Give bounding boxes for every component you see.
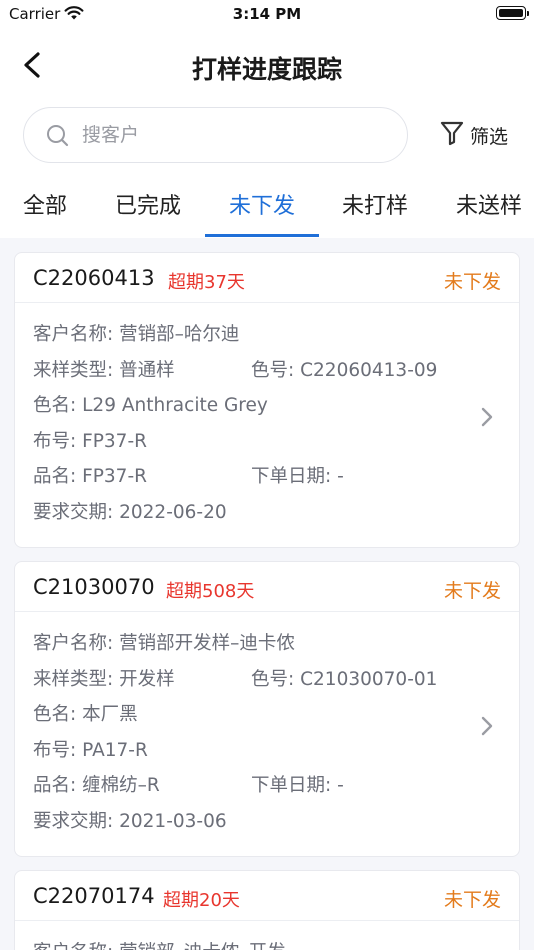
customer-name: 客户名称: 营销部开发样–迪卡侬 bbox=[33, 633, 295, 654]
product-name: 品名: FP37-R bbox=[33, 466, 147, 487]
tab-completed[interactable]: 已完成 bbox=[115, 188, 181, 220]
order-code: C21030070 bbox=[33, 575, 155, 599]
due-date: 要求交期: 2022-06-20 bbox=[33, 502, 227, 523]
search-box[interactable] bbox=[23, 107, 408, 163]
order-date: 下单日期: - bbox=[251, 466, 344, 487]
tab-not-issued[interactable]: 未下发 bbox=[229, 188, 295, 220]
overdue-badge: 超期37天 bbox=[168, 272, 245, 293]
color-name: 色名: L29 Anthracite Grey bbox=[33, 395, 268, 416]
filter-funnel-icon bbox=[440, 120, 464, 150]
card-body: 客户名称: 营销部–哈尔迪 来样类型: 普通样 色号: C22060413-09… bbox=[15, 303, 519, 547]
status-label: 未下发 bbox=[443, 889, 501, 911]
status-label: 未下发 bbox=[443, 271, 501, 293]
overdue-badge: 超期508天 bbox=[166, 581, 255, 602]
search-icon bbox=[46, 124, 70, 152]
page-title: 打样进度跟踪 bbox=[191, 55, 342, 84]
search-row: 筛选 bbox=[0, 102, 534, 170]
tab-not-sent[interactable]: 未送样 bbox=[456, 188, 522, 220]
status-tabs: 全部 已完成 未下发 未打样 未送样 bbox=[0, 170, 534, 238]
due-date: 要求交期: 2021-03-06 bbox=[33, 811, 227, 832]
order-card[interactable]: C22060413 超期37天 未下发 客户名称: 营销部–哈尔迪 来样类型: … bbox=[14, 252, 520, 548]
filter-label: 筛选 bbox=[470, 125, 509, 148]
filter-button[interactable]: 筛选 bbox=[440, 120, 508, 150]
tab-all[interactable]: 全部 bbox=[23, 188, 67, 220]
customer-name: 客户名称: 营销部–迪卡侬–开发 bbox=[33, 938, 286, 950]
customer-name: 客户名称: 营销部–哈尔迪 bbox=[33, 324, 240, 345]
sample-type: 来样类型: 普通样 bbox=[33, 360, 175, 381]
order-code: C22060413 bbox=[33, 266, 155, 290]
chevron-right-icon bbox=[481, 407, 493, 431]
status-bar: Carrier 3:14 PM bbox=[0, 0, 534, 30]
card-body: 客户名称: 营销部–迪卡侬–开发 bbox=[15, 921, 519, 950]
sample-order-list: C22060413 超期37天 未下发 客户名称: 营销部–哈尔迪 来样类型: … bbox=[0, 238, 534, 950]
card-header: C22070174 超期20天 未下发 bbox=[15, 871, 519, 921]
overdue-badge: 超期20天 bbox=[163, 890, 240, 911]
sample-type: 来样类型: 开发样 bbox=[33, 669, 175, 690]
status-label: 未下发 bbox=[443, 580, 501, 602]
active-tab-indicator bbox=[205, 234, 319, 237]
card-body: 客户名称: 营销部开发样–迪卡侬 来样类型: 开发样 色号: C21030070… bbox=[15, 612, 519, 856]
color-name: 色名: 本厂黑 bbox=[33, 704, 138, 725]
color-number: 色号: C22060413-09 bbox=[251, 360, 438, 381]
navigation-bar: 打样进度跟踪 bbox=[0, 30, 534, 102]
search-input[interactable] bbox=[82, 120, 382, 150]
cloth-number: 布号: PA17-R bbox=[33, 740, 148, 761]
order-code: C22070174 bbox=[33, 884, 155, 908]
color-number: 色号: C21030070-01 bbox=[251, 669, 438, 690]
card-header: C22060413 超期37天 未下发 bbox=[15, 253, 519, 303]
tab-not-sampled[interactable]: 未打样 bbox=[342, 188, 408, 220]
chevron-right-icon bbox=[481, 716, 493, 740]
product-name: 品名: 缠棉纺–R bbox=[33, 775, 160, 796]
order-card[interactable]: C22070174 超期20天 未下发 客户名称: 营销部–迪卡侬–开发 bbox=[14, 870, 520, 950]
order-date: 下单日期: - bbox=[251, 775, 344, 796]
card-header: C21030070 超期508天 未下发 bbox=[15, 562, 519, 612]
clock: 3:14 PM bbox=[232, 5, 302, 23]
order-card[interactable]: C21030070 超期508天 未下发 客户名称: 营销部开发样–迪卡侬 来样… bbox=[14, 561, 520, 857]
battery-icon bbox=[496, 6, 529, 20]
cloth-number: 布号: FP37-R bbox=[33, 431, 147, 452]
